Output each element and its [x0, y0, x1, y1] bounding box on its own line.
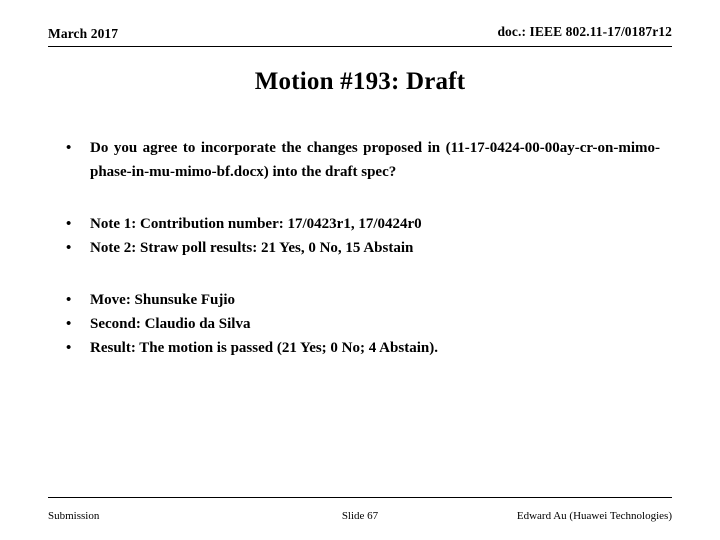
slide: March 2017 doc.: IEEE 802.11-17/0187r12 …: [0, 0, 720, 540]
list-item: • Note 2: Straw poll results: 21 Yes, 0 …: [60, 236, 660, 260]
footer-slide-number: Slide 67: [341, 510, 379, 522]
bullet-group-notes: • Note 1: Contribution number: 17/0423r1…: [60, 212, 660, 260]
page-title: Motion #193: Draft: [254, 68, 466, 95]
bullet-group-result: • Move: Shunsuke Fujio • Second: Claudio…: [60, 288, 660, 360]
bullet-marker: •: [66, 140, 72, 156]
slide-body: • Do you agree to incorporate the change…: [60, 136, 660, 360]
header-document-id: doc.: IEEE 802.11-17/0187r12: [497, 24, 672, 39]
list-item-text: Result: The motion is passed (21 Yes; 0 …: [90, 340, 438, 356]
list-item-text: Note 1: Contribution number: 17/0423r1, …: [90, 216, 422, 232]
list-item-text: Move: Shunsuke Fujio: [90, 292, 236, 308]
slide-footer: Submission Slide 67 Edward Au (Huawei Te…: [48, 510, 672, 526]
list-item-text: Second: Claudio da Silva: [90, 316, 251, 332]
bullet-marker: •: [66, 340, 72, 356]
bullet-marker: •: [66, 216, 72, 232]
list-item-text: Do you agree to incorporate the changes …: [90, 140, 660, 180]
list-item: • Move: Shunsuke Fujio: [60, 288, 660, 312]
list-item-text: Note 2: Straw poll results: 21 Yes, 0 No…: [90, 240, 414, 256]
list-item: • Do you agree to incorporate the change…: [60, 136, 660, 184]
footer-author: Edward Au (Huawei Technologies): [516, 510, 672, 522]
header-date: March 2017: [48, 26, 119, 41]
header-divider: [48, 46, 672, 47]
footer-divider: [48, 497, 672, 498]
bullet-marker: •: [66, 292, 72, 308]
bullet-marker: •: [66, 240, 72, 256]
list-item: • Second: Claudio da Silva: [60, 312, 660, 336]
slide-header: March 2017 doc.: IEEE 802.11-17/0187r12: [48, 24, 672, 52]
footer-submission-label: Submission: [48, 510, 100, 522]
list-item: • Note 1: Contribution number: 17/0423r1…: [60, 212, 660, 236]
bullet-group-question: • Do you agree to incorporate the change…: [60, 136, 660, 184]
bullet-marker: •: [66, 316, 72, 332]
list-item: • Result: The motion is passed (21 Yes; …: [60, 336, 660, 360]
